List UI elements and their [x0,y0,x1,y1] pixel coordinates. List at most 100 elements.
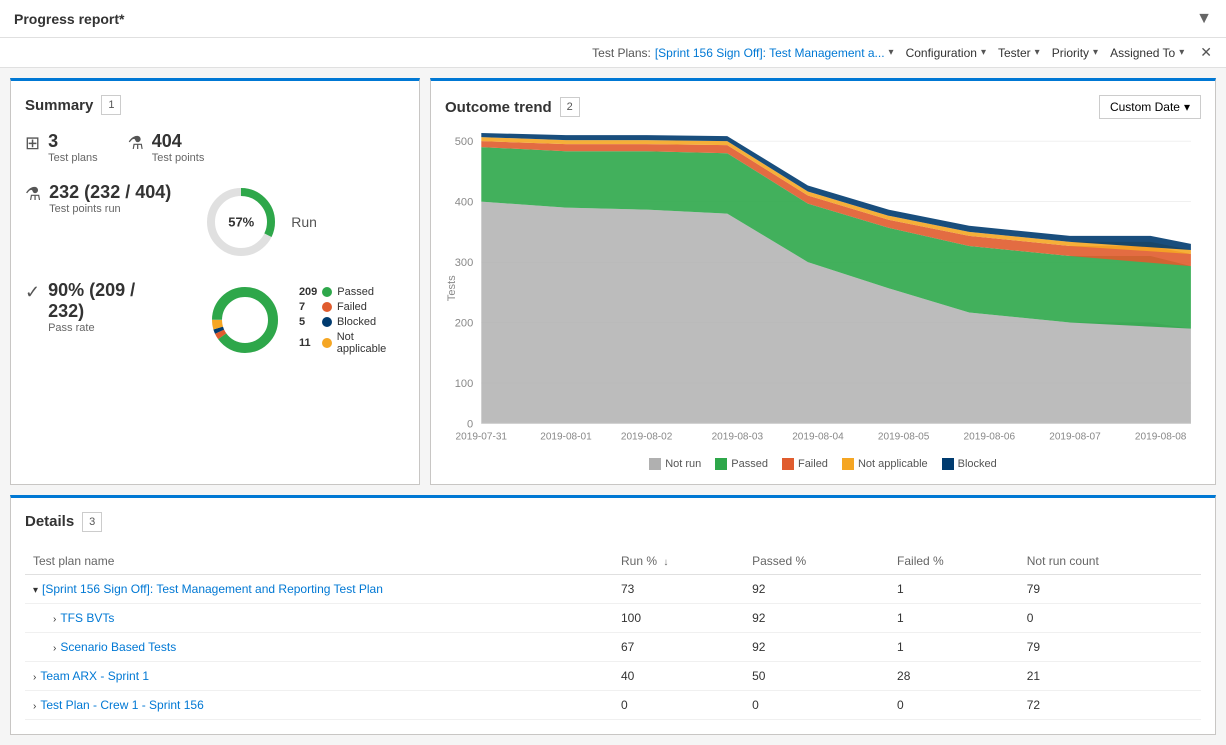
expand-icon[interactable]: › [33,672,36,683]
test-plans-icon: ⊞ [25,133,40,154]
top-row: Summary 1 ⊞ 3 Test plans ⚗ [10,78,1216,485]
cell-name: ▾ [Sprint 156 Sign Off]: Test Management … [25,574,613,603]
not-applicable-label: Not applicable [337,331,405,355]
chart-legend: Not run Passed Failed Not applicable Blo… [445,458,1201,470]
table-row: ▾ [Sprint 156 Sign Off]: Test Management … [25,574,1201,603]
failed-count: 7 [299,301,317,313]
plan-name-link[interactable]: Scenario Based Tests [60,640,176,654]
blocked-chart-box [942,458,954,470]
table-row: ›TFS BVTs 100 92 1 0 [25,603,1201,632]
test-plans-value: [Sprint 156 Sign Off]: Test Management a… [655,46,885,60]
cell-run-pct: 73 [613,574,744,603]
details-panel: Details 3 Test plan name Run % ↓ Passed … [10,495,1216,735]
cell-name: › Team ARX - Sprint 1 [25,661,613,690]
configuration-label: Configuration [906,46,977,60]
passed-chart-box [715,458,727,470]
blocked-count: 5 [299,316,317,328]
svg-text:2019-08-03: 2019-08-03 [712,431,764,442]
cell-run-pct: 100 [613,603,744,632]
col-not-run: Not run count [1019,548,1201,575]
filter-icon[interactable]: ▼ [1196,10,1212,28]
pass-rate-label: Pass rate [48,322,175,334]
filter-configuration[interactable]: Configuration ▾ [906,46,986,60]
test-points-count: 404 [152,131,205,152]
test-plans-label: Test Plans: [592,46,651,60]
summary-number: 1 [101,95,121,115]
not-run-label: Not run [665,458,701,470]
cell-failed-pct: 28 [889,661,1019,690]
plan-name-link[interactable]: TFS BVTs [60,611,114,625]
legend-passed-chart: Passed [715,458,768,470]
run-sort-icon: ↓ [663,557,668,568]
plan-name-link[interactable]: Team ARX - Sprint 1 [40,669,149,683]
outcome-chart: 500 400 300 200 100 0 Tests [445,127,1201,450]
pass-legend: 209 Passed 7 Failed 5 [299,286,405,355]
pass-section: 209 Passed 7 Failed 5 [205,280,405,360]
test-points-run-stat: ⚗ 232 (232 / 404) Test points run [25,182,171,262]
test-points-label-stat: Test points [152,152,205,164]
summary-panel: Summary 1 ⊞ 3 Test plans ⚗ [10,78,420,485]
expand-icon[interactable]: › [33,701,36,712]
priority-chevron: ▾ [1093,47,1098,58]
failed-dot [322,302,332,312]
cell-name: › Test Plan - Crew 1 - Sprint 156 [25,690,613,719]
test-plans-count: 3 [48,131,98,152]
table-row: ›Scenario Based Tests 67 92 1 79 [25,632,1201,661]
legend-failed-chart: Failed [782,458,828,470]
app-header: Progress report* ▼ [0,0,1226,38]
table-body: ▾ [Sprint 156 Sign Off]: Test Management … [25,574,1201,719]
run-section: 57% Run [201,182,317,262]
test-points-run-icon: ⚗ [25,184,41,205]
svg-text:500: 500 [455,136,473,148]
cell-passed-pct: 92 [744,574,889,603]
filter-test-plans[interactable]: Test Plans: [Sprint 156 Sign Off]: Test … [592,46,893,60]
test-plans-chevron: ▾ [889,47,894,58]
filter-priority[interactable]: Priority ▾ [1052,46,1098,60]
col-run-pct[interactable]: Run % ↓ [613,548,744,575]
expand-icon-child[interactable]: › [53,643,56,654]
col-passed-pct: Passed % [744,548,889,575]
custom-date-button[interactable]: Custom Date ▾ [1099,95,1201,119]
failed-chart-box [782,458,794,470]
cell-name: › Scenario Based Tests [25,632,613,661]
svg-text:2019-08-01: 2019-08-01 [540,431,592,442]
passed-label: Passed [337,286,374,298]
failed-chart-label: Failed [798,458,828,470]
svg-text:0: 0 [467,418,473,430]
details-table: Test plan name Run % ↓ Passed % Failed %… [25,548,1201,720]
custom-date-label: Custom Date [1110,100,1180,114]
cell-passed-pct: 92 [744,603,889,632]
plan-name-link[interactable]: Test Plan - Crew 1 - Sprint 156 [40,698,203,712]
legend-not-run: Not run [649,458,701,470]
expand-icon-child[interactable]: › [53,614,56,625]
not-run-box [649,458,661,470]
cell-not-run: 0 [1019,603,1201,632]
filter-close-button[interactable]: ✕ [1200,44,1212,61]
cell-run-pct: 40 [613,661,744,690]
custom-date-chevron: ▾ [1184,100,1190,114]
filter-assigned-to[interactable]: Assigned To ▾ [1110,46,1184,60]
not-applicable-chart-box [842,458,854,470]
test-plans-label-stat: Test plans [48,152,98,164]
collapse-icon[interactable]: ▾ [33,585,38,596]
pass-rate-percent: 90% (209 / 232) [48,280,175,322]
passed-count: 209 [299,286,317,298]
svg-text:2019-08-06: 2019-08-06 [964,431,1016,442]
cell-run-pct: 0 [613,690,744,719]
chart-area: 500 400 300 200 100 0 Tests [445,127,1201,450]
svg-text:200: 200 [455,318,473,330]
col-name: Test plan name [25,548,613,575]
filter-tester[interactable]: Tester ▾ [998,46,1040,60]
outcome-title: Outcome trend [445,99,552,116]
not-applicable-count: 11 [299,337,317,349]
cell-passed-pct: 92 [744,632,889,661]
test-points-run-count: 232 (232 / 404) [49,182,171,203]
legend-failed: 7 Failed [299,301,405,313]
plan-name-link[interactable]: [Sprint 156 Sign Off]: Test Management a… [42,582,383,596]
passed-chart-label: Passed [731,458,768,470]
table-row: ›Test Plan - Crew 1 - Sprint 156 0 0 0 7… [25,690,1201,719]
cell-not-run: 72 [1019,690,1201,719]
assigned-to-chevron: ▾ [1179,47,1184,58]
svg-text:300: 300 [455,257,473,269]
priority-label: Priority [1052,46,1089,60]
